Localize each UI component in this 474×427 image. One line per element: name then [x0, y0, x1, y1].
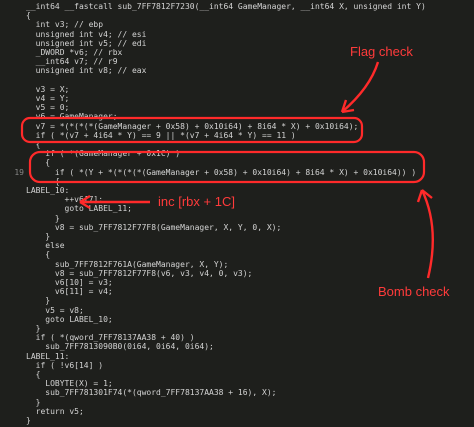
flag-check-arrow: [341, 61, 380, 113]
flag-check-box: [20, 116, 364, 144]
annotation-overlay: [20, 61, 434, 279]
bomb-check-box: [28, 150, 426, 184]
bomb-check-label: Bomb check: [378, 284, 450, 299]
flag-check-label: Flag check: [350, 44, 413, 59]
bomb-check-arrow: [420, 189, 434, 279]
inc-label: inc [rbx + 1C]: [158, 194, 235, 209]
